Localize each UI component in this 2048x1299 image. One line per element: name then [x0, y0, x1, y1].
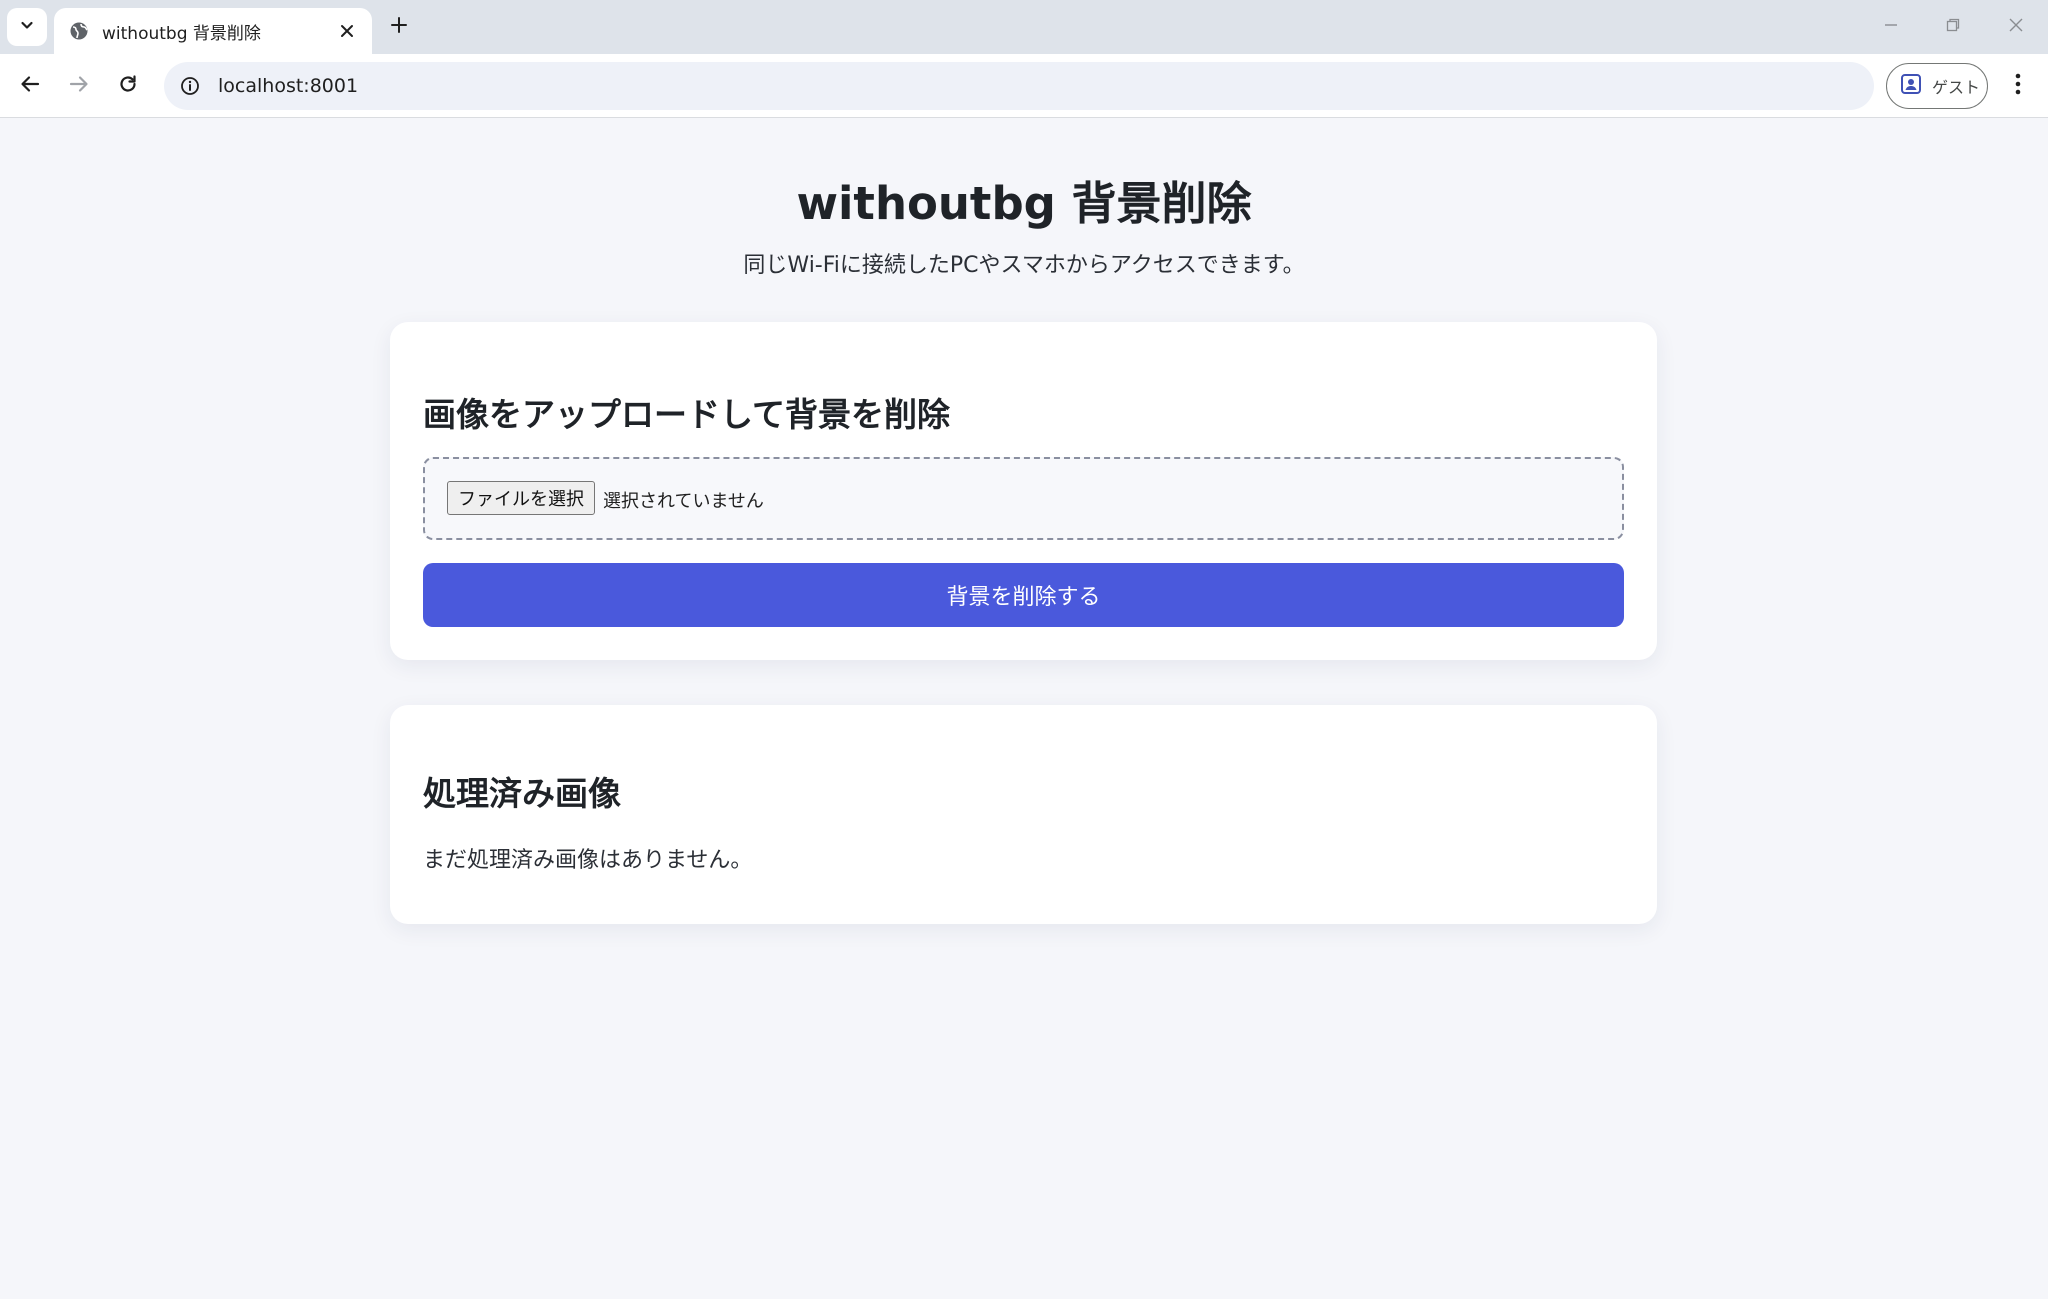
browser-menu-button[interactable] — [2002, 68, 2034, 104]
restore-button[interactable] — [1938, 12, 1968, 42]
window-close-button[interactable] — [2001, 12, 2031, 42]
back-button[interactable] — [12, 68, 48, 104]
choose-file-button[interactable]: ファイルを選択 — [447, 481, 595, 515]
upload-card: 画像をアップロードして背景を削除 ファイルを選択 選択されていません 背景を削除… — [390, 322, 1657, 660]
reload-icon — [117, 73, 139, 99]
tab-strip: withoutbg 背景削除 — [0, 0, 2048, 54]
page-subtitle: 同じWi-Fiに接続したPCやスマホからアクセスできます。 — [743, 253, 1305, 278]
empty-message: まだ処理済み画像はありません。 — [423, 848, 753, 873]
page-content: withoutbg 背景削除 同じWi-Fiに接続したPCやスマホからアクセスで… — [0, 119, 2048, 1299]
file-status-text: 選択されていません — [603, 491, 764, 512]
info-icon[interactable] — [178, 74, 202, 98]
browser-tab[interactable]: withoutbg 背景削除 — [54, 8, 372, 54]
browser-toolbar: localhost:8001 ゲスト — [0, 54, 2048, 118]
minimize-icon — [1883, 17, 1899, 37]
processed-heading: 処理済み画像 — [423, 774, 621, 813]
upload-heading: 画像をアップロードして背景を削除 — [423, 395, 951, 434]
remove-background-button[interactable]: 背景を削除する — [423, 563, 1624, 627]
plus-icon — [390, 16, 408, 38]
globe-icon — [68, 20, 90, 42]
new-tab-button[interactable] — [384, 12, 414, 42]
reload-button[interactable] — [110, 68, 146, 104]
minimize-button[interactable] — [1876, 12, 1906, 42]
profile-label: ゲスト — [1932, 78, 1981, 97]
arrow-left-icon — [19, 73, 41, 99]
profile-button[interactable]: ゲスト — [1886, 63, 1988, 109]
close-icon[interactable] — [336, 20, 358, 42]
file-dropzone[interactable]: ファイルを選択 選択されていません — [423, 457, 1624, 540]
tab-title: withoutbg 背景削除 — [102, 23, 261, 44]
address-bar[interactable]: localhost:8001 — [164, 62, 1874, 110]
close-icon — [2008, 17, 2024, 37]
url-text: localhost:8001 — [218, 75, 359, 97]
arrow-right-icon — [68, 73, 90, 99]
processed-card: 処理済み画像 まだ処理済み画像はありません。 — [390, 705, 1657, 924]
person-badge-icon — [1900, 73, 1922, 99]
restore-icon — [1945, 17, 1961, 37]
more-vert-icon — [2015, 73, 2021, 99]
chevron-down-icon — [19, 17, 35, 37]
tab-search-button[interactable] — [7, 8, 47, 46]
forward-button[interactable] — [61, 68, 97, 104]
page-title: withoutbg 背景削除 — [796, 177, 1252, 230]
